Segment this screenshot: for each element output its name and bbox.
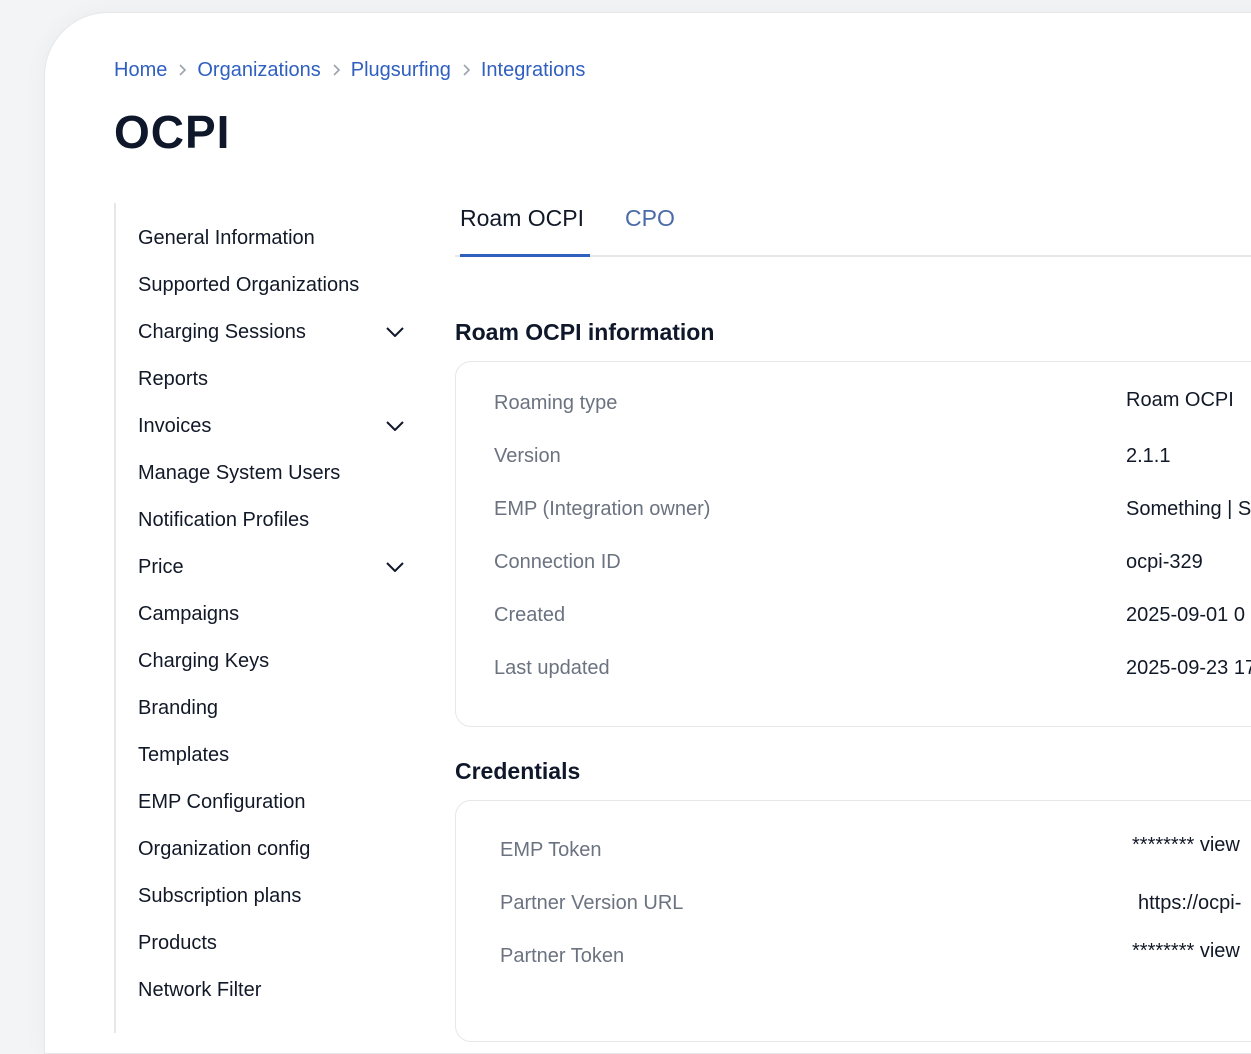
chevron-right-icon xyxy=(451,62,481,80)
breadcrumb-organizations[interactable]: Organizations xyxy=(197,59,320,82)
sidebar-item-label: Organization config xyxy=(138,837,311,860)
sidebar-item-emp-configuration[interactable]: EMP Configuration xyxy=(138,786,406,818)
info-card: Roaming type Roam OCPI Version 2.1.1 EMP… xyxy=(455,361,1251,727)
row-label: Partner Version URL xyxy=(500,892,684,914)
sidebar-item-price[interactable]: Price xyxy=(138,551,406,583)
sidebar-item-label: Manage System Users xyxy=(138,461,341,484)
chevron-down-icon[interactable] xyxy=(384,321,406,343)
info-row-roaming-type: Roaming type Roam OCPI xyxy=(494,389,1251,422)
sidebar-item-notification-profiles[interactable]: Notification Profiles xyxy=(138,504,406,536)
sidebar-item-organization-config[interactable]: Organization config xyxy=(138,833,406,865)
row-value: Something | S xyxy=(1126,498,1251,520)
sidebar-item-label: Network Filter xyxy=(138,978,262,1001)
tab-cpo[interactable]: CPO xyxy=(625,205,675,232)
row-value: 2025-09-01 0 xyxy=(1126,604,1245,626)
app-window: Home Organizations Plugsurfing Integrati… xyxy=(44,12,1251,1054)
sidebar-item-campaigns[interactable]: Campaigns xyxy=(138,598,406,630)
row-value: ocpi-329 xyxy=(1126,551,1203,573)
section-title-credentials: Credentials xyxy=(455,758,581,784)
row-label: Partner Token xyxy=(500,945,625,967)
row-label: EMP (Integration owner) xyxy=(494,498,711,520)
sidebar-item-reports[interactable]: Reports xyxy=(138,363,406,395)
sidebar-item-label: Templates xyxy=(138,743,230,766)
info-row-version: Version 2.1.1 xyxy=(494,445,1251,475)
sidebar-item-products[interactable]: Products xyxy=(138,927,406,959)
chevron-right-icon xyxy=(167,62,197,80)
sidebar-item-label: General Information xyxy=(138,226,315,249)
breadcrumb-plugsurfing[interactable]: Plugsurfing xyxy=(351,59,451,82)
sidebar-item-templates[interactable]: Templates xyxy=(138,739,406,771)
sidebar-item-label: Invoices xyxy=(138,414,212,437)
row-value: 2.1.1 xyxy=(1126,445,1171,467)
row-label: Connection ID xyxy=(494,551,621,573)
row-label: Roaming type xyxy=(494,392,618,414)
row-value: https://ocpi- xyxy=(1138,892,1242,914)
section-title-info: Roam OCPI information xyxy=(455,319,715,345)
sidebar-item-subscription-plans[interactable]: Subscription plans xyxy=(138,880,406,912)
sidebar-item-general-information[interactable]: General Information xyxy=(138,222,406,254)
sidebar-item-label: EMP Configuration xyxy=(138,790,306,813)
sidebar-item-charging-keys[interactable]: Charging Keys xyxy=(138,645,406,677)
sidebar-item-network-filter[interactable]: Network Filter xyxy=(138,974,406,1006)
sidebar-item-branding[interactable]: Branding xyxy=(138,692,406,724)
info-row-emp: EMP (Integration owner) Something | S xyxy=(494,498,1251,528)
breadcrumb-integrations[interactable]: Integrations xyxy=(481,59,586,82)
row-label: Version xyxy=(494,445,561,467)
sidebar-item-label: Charging Keys xyxy=(138,649,270,672)
breadcrumb-home[interactable]: Home xyxy=(114,59,167,82)
sidebar-item-invoices[interactable]: Invoices xyxy=(138,410,406,442)
chevron-down-icon[interactable] xyxy=(384,415,406,437)
tab-roam-ocpi[interactable]: Roam OCPI xyxy=(460,205,584,232)
sidebar-item-label: Products xyxy=(138,931,217,954)
sidebar-item-label: Charging Sessions xyxy=(138,320,306,343)
cred-row-partner-version-url: Partner Version URL https://ocpi- xyxy=(500,892,1251,922)
info-row-last-updated: Last updated 2025-09-23 17 xyxy=(494,657,1251,687)
sidebar-item-label: Subscription plans xyxy=(138,884,302,907)
sidebar-item-label: Branding xyxy=(138,696,219,719)
sidebar: General Information Supported Organizati… xyxy=(114,203,416,1033)
tab-bar: Roam OCPI CPO xyxy=(455,193,1251,257)
row-value[interactable]: ******** view xyxy=(1132,940,1240,963)
page-title: OCPI xyxy=(114,106,231,158)
breadcrumb: Home Organizations Plugsurfing Integrati… xyxy=(114,59,585,82)
sidebar-item-charging-sessions[interactable]: Charging Sessions xyxy=(138,316,406,348)
credentials-card: EMP Token ******** view Partner Version … xyxy=(455,800,1251,1042)
chevron-right-icon xyxy=(321,62,351,80)
cred-row-partner-token: Partner Token ******** view xyxy=(500,940,1251,975)
sidebar-item-manage-system-users[interactable]: Manage System Users xyxy=(138,457,406,489)
row-label: Last updated xyxy=(494,657,610,679)
row-label: Created xyxy=(494,604,566,626)
info-row-created: Created 2025-09-01 0 xyxy=(494,604,1251,634)
sidebar-item-label: Price xyxy=(138,555,184,578)
chevron-down-icon[interactable] xyxy=(384,556,406,578)
sidebar-item-label: Reports xyxy=(138,367,209,390)
sidebar-item-supported-organizations[interactable]: Supported Organizations xyxy=(138,269,406,301)
sidebar-item-label: Notification Profiles xyxy=(138,508,310,531)
info-row-connection-id: Connection ID ocpi-329 xyxy=(494,551,1251,581)
active-tab-indicator xyxy=(460,254,590,257)
row-value: Roam OCPI xyxy=(1126,389,1234,411)
sidebar-item-label: Supported Organizations xyxy=(138,273,360,296)
row-value[interactable]: ******** view xyxy=(1132,834,1240,857)
row-label: EMP Token xyxy=(500,839,602,861)
sidebar-item-label: Campaigns xyxy=(138,602,240,625)
cred-row-emp-token: EMP Token ******** view xyxy=(500,834,1251,869)
row-value: 2025-09-23 17 xyxy=(1126,657,1251,679)
